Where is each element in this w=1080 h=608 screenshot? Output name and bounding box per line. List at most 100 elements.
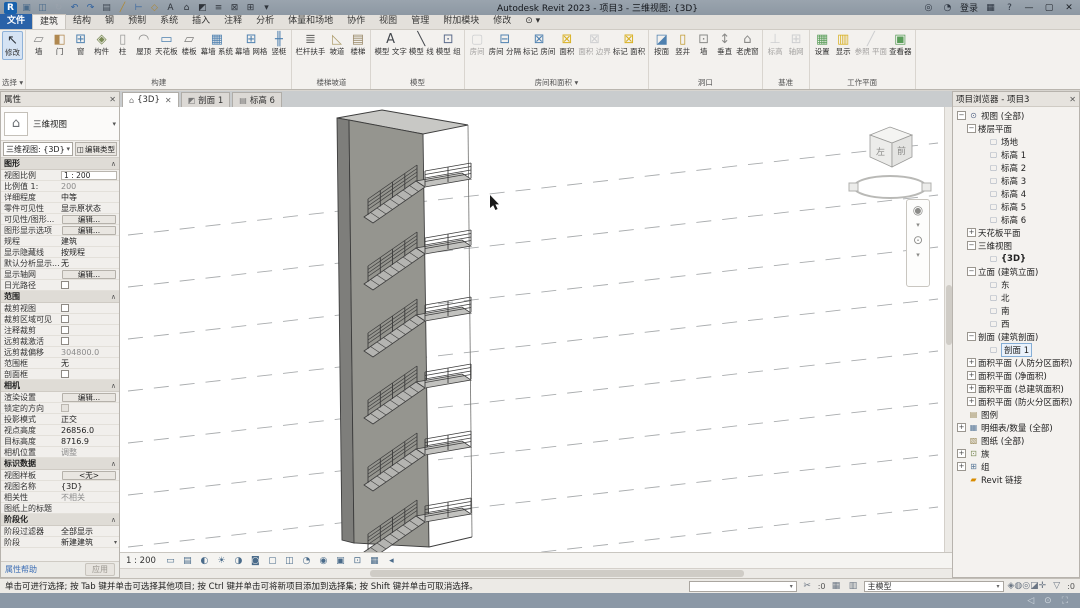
edit-button[interactable]: 编辑... bbox=[62, 392, 116, 402]
ribbon-options-icon[interactable]: ⊙ ▾ bbox=[518, 14, 547, 29]
property-value[interactable]: 建筑 bbox=[59, 236, 119, 246]
mullion-button[interactable]: ╫ 竖梃 bbox=[268, 31, 289, 58]
tab-管理[interactable]: 管理 bbox=[404, 14, 436, 29]
expand-icon[interactable]: + bbox=[957, 423, 966, 432]
tree-item-标高 2[interactable]: ▢ 标高 2 bbox=[953, 161, 1079, 174]
expand-icon[interactable]: + bbox=[967, 397, 976, 406]
tree-item-明细表/数量 (全部)[interactable]: + ▦ 明细表/数量 (全部) bbox=[953, 421, 1079, 434]
tag-room-button[interactable]: ⊠ 标记 房间 bbox=[522, 31, 556, 58]
property-value[interactable]: 全部显示 bbox=[59, 526, 119, 536]
area-boundary-button[interactable]: ⊠ 面积 边界 bbox=[577, 31, 611, 58]
checkbox[interactable] bbox=[61, 304, 69, 312]
view-cube[interactable]: 左前 bbox=[848, 126, 932, 199]
wall-opening-button[interactable]: ⊡ 墙 bbox=[693, 31, 714, 58]
tab-系统[interactable]: 系统 bbox=[153, 14, 185, 29]
floor-button[interactable]: ▱ 楼板 bbox=[179, 31, 200, 58]
expand-icon[interactable]: + bbox=[967, 371, 976, 380]
apply-button[interactable]: 应用 bbox=[85, 563, 115, 576]
modify-cursor-button[interactable]: ↖ 修改 bbox=[2, 31, 23, 60]
default-3d-view-icon[interactable]: ⌂ bbox=[180, 2, 193, 14]
property-value[interactable]: 8716.9 bbox=[59, 436, 119, 446]
vertical-opening-button[interactable]: ↕ 垂直 bbox=[714, 31, 735, 58]
design-options-icon[interactable]: ▥ bbox=[847, 581, 860, 591]
close-properties-icon[interactable]: ✕ bbox=[109, 95, 116, 104]
expand-icon[interactable]: + bbox=[967, 228, 976, 237]
property-value[interactable]: {3D} bbox=[59, 481, 119, 491]
tree-item-面积平面 (净面积)[interactable]: + 面积平面 (净面积) bbox=[953, 369, 1079, 382]
tree-item-组[interactable]: + ⊞ 组 bbox=[953, 460, 1079, 473]
save-icon[interactable]: ◫ bbox=[36, 2, 49, 14]
steering-wheel-icon[interactable]: ◉ bbox=[913, 203, 923, 217]
property-value[interactable]: 无 bbox=[59, 358, 119, 368]
stair-button[interactable]: ▤ 楼梯 bbox=[347, 31, 368, 58]
fullscreen-icon[interactable]: ⛶ bbox=[1062, 596, 1068, 606]
tab-分析[interactable]: 分析 bbox=[249, 14, 281, 29]
editable-only-icon[interactable]: ✂ bbox=[801, 581, 814, 591]
grid-button[interactable]: ⊞ 轴网 bbox=[786, 31, 807, 58]
tree-item-标高 5[interactable]: ▢ 标高 5 bbox=[953, 200, 1079, 213]
aligned-dimension-icon[interactable]: ⊢ bbox=[132, 2, 145, 14]
tree-item-场地[interactable]: ▢ 场地 bbox=[953, 135, 1079, 148]
property-section-图形[interactable]: 图形 ∧ bbox=[1, 158, 119, 170]
tab-建筑[interactable]: 建筑 bbox=[32, 14, 67, 29]
roof-button[interactable]: ◠ 屋顶 bbox=[133, 31, 154, 58]
detail-level-icon[interactable]: ▤ bbox=[181, 555, 194, 567]
view-tab-剖面 1[interactable]: ◩ 剖面 1 bbox=[180, 92, 231, 107]
checkbox[interactable] bbox=[61, 326, 69, 334]
restore-button[interactable]: ▢ bbox=[1042, 3, 1056, 13]
ref-plane-button[interactable]: ╱ 参照 平面 bbox=[854, 31, 888, 58]
tree-item-西[interactable]: ▢ 西 bbox=[953, 317, 1079, 330]
tree-item-族[interactable]: + ⊡ 族 bbox=[953, 447, 1079, 460]
vertical-scrollbar[interactable] bbox=[944, 107, 952, 552]
door-button[interactable]: ◧ 门 bbox=[49, 31, 70, 58]
property-section-标识数据[interactable]: 标识数据 ∧ bbox=[1, 458, 119, 470]
tab-结构[interactable]: 结构 bbox=[66, 14, 98, 29]
checkbox[interactable] bbox=[61, 370, 69, 378]
property-section-范围[interactable]: 范围 ∧ bbox=[1, 291, 119, 303]
close-inactive-windows-icon[interactable]: ⊠ bbox=[228, 2, 241, 14]
tab-file[interactable]: 文件 bbox=[0, 14, 33, 29]
tab-附加模块[interactable]: 附加模块 bbox=[436, 14, 486, 29]
navigation-bar[interactable]: ◉ ▾ ⊙ ▾ bbox=[906, 199, 930, 287]
chevron-down-icon[interactable]: ▾ bbox=[916, 251, 920, 259]
property-value[interactable]: 无 bbox=[59, 258, 119, 268]
workplane-viewer-button[interactable]: ▣ 查看器 bbox=[888, 31, 913, 58]
expand-icon[interactable]: + bbox=[957, 462, 966, 471]
tag-icon[interactable]: ◇ bbox=[148, 2, 161, 14]
expand-icon[interactable]: + bbox=[957, 449, 966, 458]
tree-item-标高 3[interactable]: ▢ 标高 3 bbox=[953, 174, 1079, 187]
view-tab-{3D}[interactable]: ⌂ {3D} ✕ bbox=[122, 92, 179, 107]
design-option-combo[interactable]: 主模型 ▾ bbox=[863, 580, 1004, 592]
tree-item-剖面 1[interactable]: ▢ 剖面 1 bbox=[953, 342, 1079, 357]
property-section-相机[interactable]: 相机 ∧ bbox=[1, 380, 119, 392]
area-button[interactable]: ⊠ 面积 bbox=[556, 31, 577, 58]
curtain-system-button[interactable]: ▦ 幕墙 系统 bbox=[200, 31, 234, 58]
tree-item-北[interactable]: ▢ 北 bbox=[953, 291, 1079, 304]
room-separator-button[interactable]: ⊟ 房间 分隔 bbox=[488, 31, 522, 58]
column-button[interactable]: ▯ 柱 bbox=[112, 31, 133, 58]
open-icon[interactable]: ▣ bbox=[20, 2, 33, 14]
thin-lines-icon[interactable]: ≡ bbox=[212, 2, 225, 14]
model-group-button[interactable]: ⊡ 模型 组 bbox=[435, 31, 462, 58]
property-value[interactable] bbox=[59, 503, 119, 513]
crop-size-icon[interactable]: ▭ bbox=[164, 555, 177, 567]
tab-协作[interactable]: 协作 bbox=[340, 14, 372, 29]
tree-item-天花板平面[interactable]: + 天花板平面 bbox=[953, 226, 1079, 239]
tree-item-剖面 (建筑剖面)[interactable]: − 剖面 (建筑剖面) bbox=[953, 330, 1079, 343]
collapse-icon[interactable]: − bbox=[967, 267, 976, 276]
switch-windows-icon[interactable]: ⊞ bbox=[244, 2, 257, 14]
tree-item-视图 (全部)[interactable]: − ⊙ 视图 (全部) bbox=[953, 109, 1079, 122]
zoom-icon[interactable]: ⊙ bbox=[913, 233, 923, 247]
curtain-grid-button[interactable]: ⊞ 幕墙 网格 bbox=[234, 31, 268, 58]
tab-钢[interactable]: 钢 bbox=[98, 14, 121, 29]
chevron-down-icon[interactable]: ▾ bbox=[112, 120, 116, 128]
visual-style-icon[interactable]: ◐ bbox=[198, 555, 211, 567]
tree-item-三维视图[interactable]: − 三维视图 bbox=[953, 239, 1079, 252]
text-icon[interactable]: A bbox=[164, 2, 177, 14]
crop-view-icon[interactable]: ▢ bbox=[266, 555, 279, 567]
type-selector[interactable]: 三维视图: {3D} ▾ bbox=[3, 142, 73, 156]
tab-注释[interactable]: 注释 bbox=[217, 14, 249, 29]
horizontal-scrollbar[interactable] bbox=[120, 568, 952, 578]
section-icon[interactable]: ◩ bbox=[196, 2, 209, 14]
measure-icon[interactable]: ╱ bbox=[116, 2, 129, 14]
